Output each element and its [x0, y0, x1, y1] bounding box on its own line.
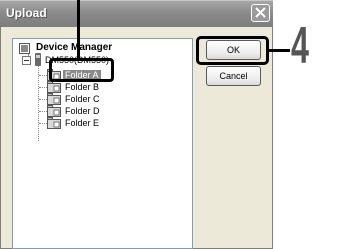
ok-button-highlight	[196, 36, 269, 65]
folder-icon	[47, 81, 61, 93]
folder-icon	[47, 105, 61, 117]
tree-folder-e[interactable]: Folder E	[65, 118, 99, 128]
close-button[interactable]	[251, 4, 270, 22]
step-number: 4	[291, 17, 309, 75]
title-bar[interactable]: Upload	[0, 0, 273, 27]
cancel-button[interactable]: Cancel	[206, 66, 261, 86]
tree-folder-d[interactable]: Folder D	[65, 106, 100, 116]
dialog-title: Upload	[6, 6, 47, 20]
tree-connector	[39, 111, 47, 112]
tree-folder-c[interactable]: Folder C	[65, 94, 100, 104]
expand-minus-icon[interactable]	[22, 56, 31, 65]
callout-line	[77, 0, 80, 59]
tree-connector	[39, 75, 47, 76]
folder-icon	[47, 93, 61, 105]
tree-connector	[39, 123, 47, 124]
tree-connector	[39, 99, 47, 100]
tree-root-label: Device Manager	[36, 42, 113, 53]
folder-a-highlight	[49, 58, 114, 82]
folder-icon	[47, 117, 61, 129]
tree-folder-b[interactable]: Folder B	[65, 82, 99, 92]
callout-line	[269, 49, 290, 52]
tree-connector	[39, 87, 47, 88]
recorder-device-icon	[35, 53, 41, 66]
collapse-icon[interactable]	[19, 43, 30, 54]
close-icon	[255, 7, 266, 18]
stage: Upload Device Manager DM550(DM550) Folde…	[0, 0, 360, 249]
